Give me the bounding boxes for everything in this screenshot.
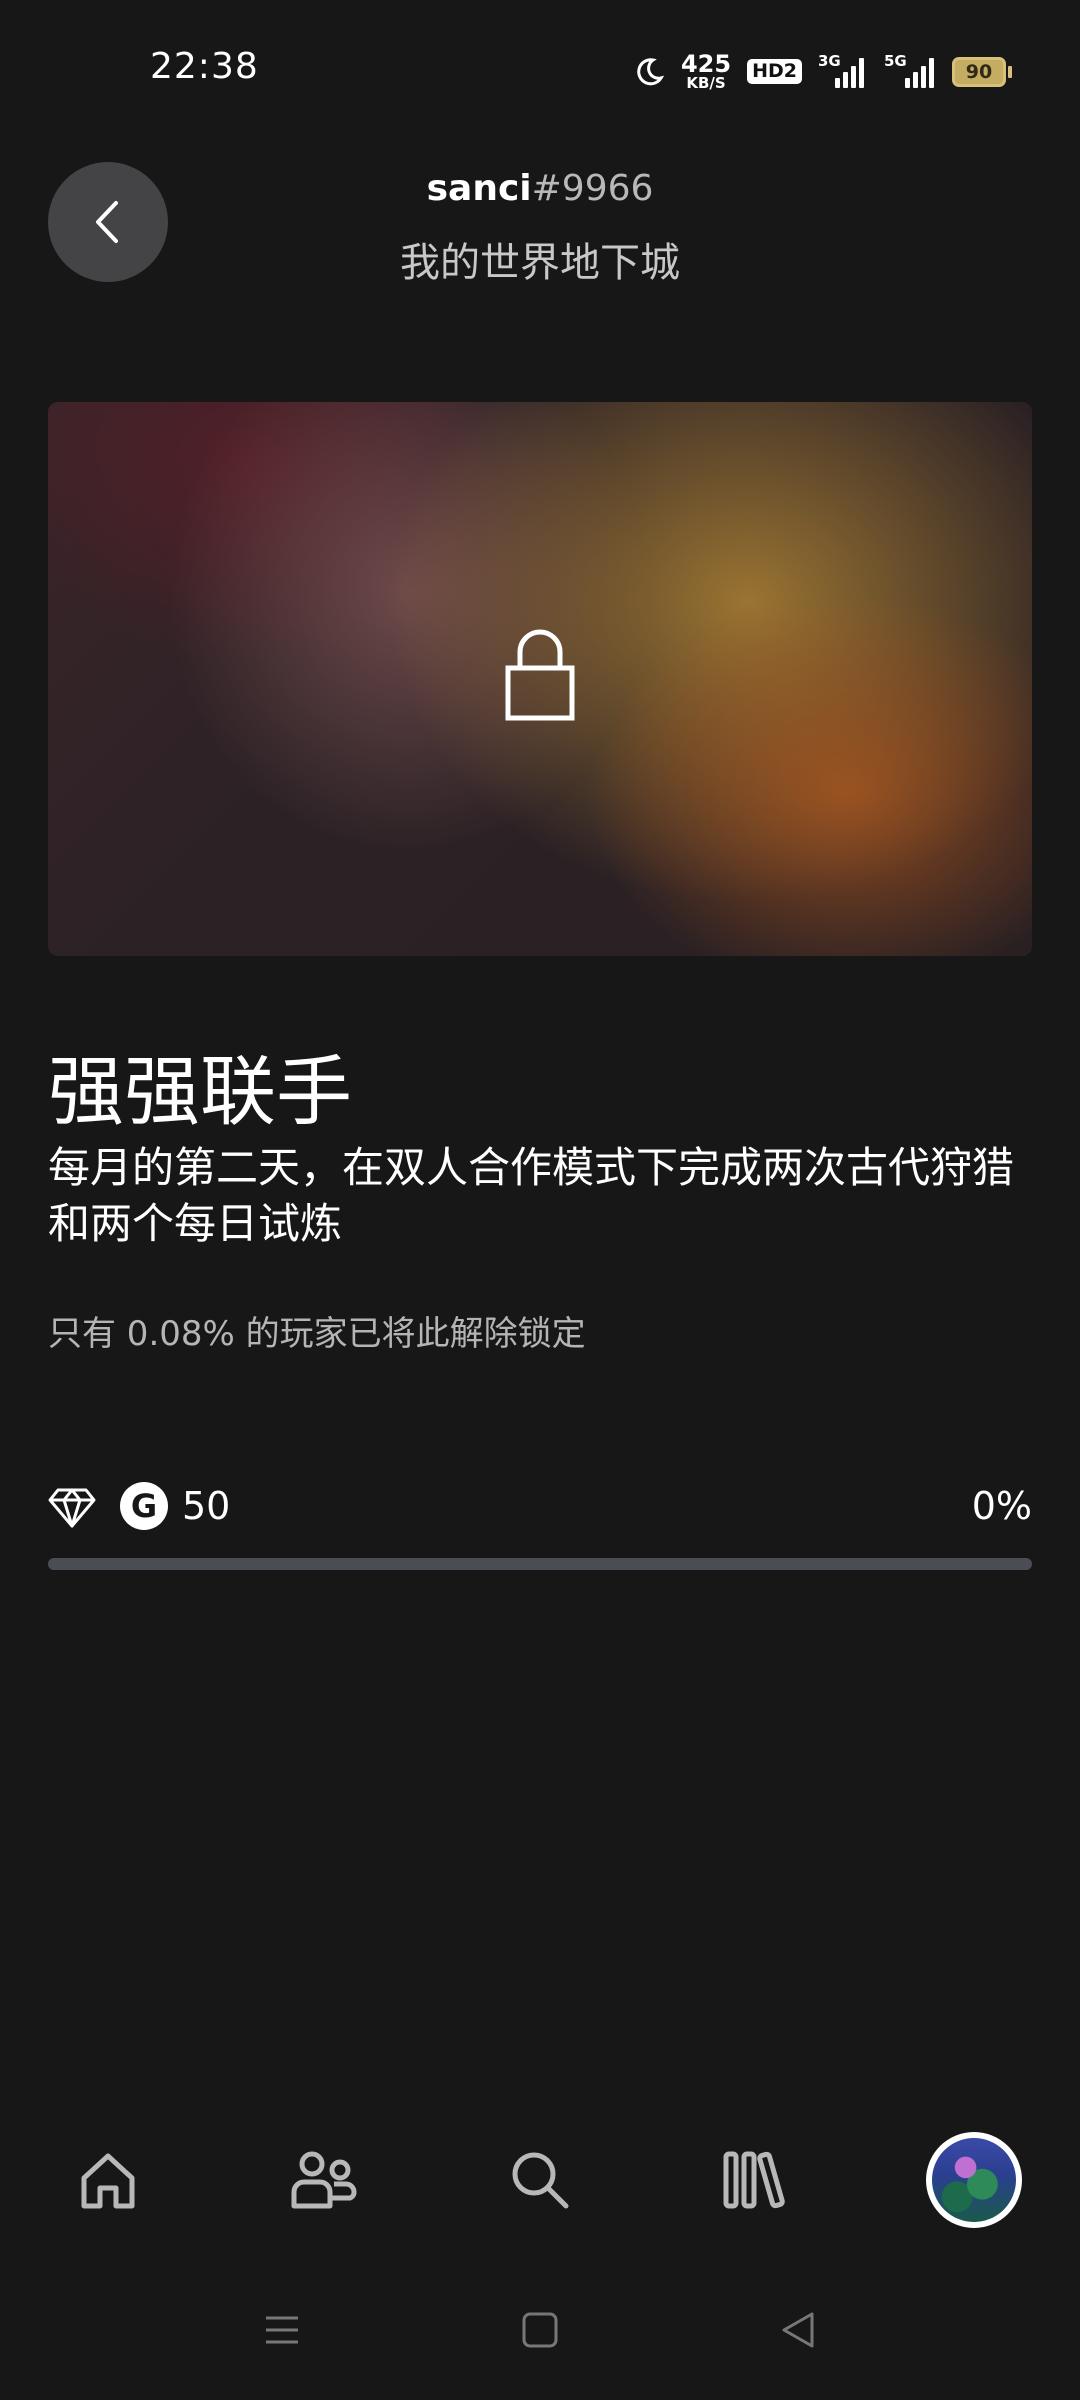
nav-library[interactable] [696,2120,816,2240]
back-triangle-icon [782,2312,814,2348]
nav-profile[interactable] [914,2120,1034,2240]
gamerscore-value: 50 [182,1484,231,1528]
sim2-network-label: 5G [884,51,907,70]
network-speed-value: 425 [680,50,732,78]
gamerscore-icon: G [120,1482,168,1530]
progress-percent: 0% [971,1484,1032,1528]
battery-level: 90 [952,56,1006,87]
nav-home[interactable] [48,2120,168,2240]
network-speed-unit: KB/S [686,74,726,92]
home-icon [81,2153,135,2209]
battery-icon: 90 [952,56,1012,87]
system-home-button[interactable] [510,2300,570,2360]
progress-bar [48,1558,1032,1570]
signal-sim2-icon: 5G [880,52,936,88]
library-icon [723,2151,785,2209]
status-icons: 425 KB/S HD2 3G 5G 90 [633,52,1012,91]
nav-search[interactable] [480,2120,600,2240]
achievement-description: 每月的第二天，在双人合作模式下完成两次古代狩猎和两个每日试炼 [48,1143,1015,1248]
sim1-network-label: 3G [818,51,841,70]
status-bar: 22:38 425 KB/S HD2 3G 5G 90 [0,0,1080,140]
achievement-rarity: 只有 0.08% 的玩家已将此解除锁定 [48,1314,586,1354]
signal-sim1-icon: 3G [818,52,864,88]
hd-voice-badge: HD2 [747,59,802,84]
achievement-image [48,402,1032,956]
gem-icon [48,1488,96,1528]
menu-icon [266,2316,298,2344]
gamertag-suffix: #9966 [531,168,654,209]
system-navigation-bar [0,2300,1080,2360]
reward-row: G 50 0% [48,1476,1032,1536]
do-not-disturb-moon-icon [637,57,665,85]
game-title: 我的世界地下城 [400,240,680,286]
home-square-icon [522,2312,558,2348]
bottom-navigation [0,2120,1080,2240]
system-back-button[interactable] [768,2300,828,2360]
profile-avatar [926,2132,1022,2228]
achievement-title: 强强联手 [48,1047,352,1136]
nav-friends[interactable] [264,2120,384,2240]
header-gamertag: sanci#9966 [0,168,1080,209]
system-menu-button[interactable] [252,2300,312,2360]
search-icon [512,2152,569,2209]
gamertag: sanci [426,168,532,209]
status-time: 22:38 [150,46,259,87]
network-speed: 425 KB/S [681,52,731,91]
lock-icon [505,629,575,721]
achievement-detail-screen: 22:38 425 KB/S HD2 3G 5G 90 sanci#9966 我… [0,0,1080,2400]
friends-icon [291,2151,357,2209]
